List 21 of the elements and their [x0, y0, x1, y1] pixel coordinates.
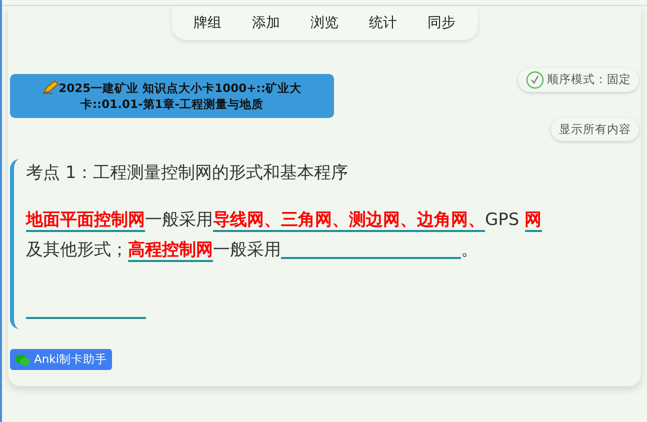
body-text: 及其他形式； [26, 240, 128, 260]
body-text: 。 [461, 240, 478, 260]
check-circle-icon [526, 71, 544, 89]
nav-tab[interactable]: 浏览 [310, 13, 338, 34]
body-text: 一般采用 [213, 240, 281, 260]
answer-text: 地面平面控制网 [26, 210, 145, 232]
anki-helper-badge[interactable]: Anki制卡助手 [10, 349, 112, 370]
answer-text: 网 [524, 210, 542, 232]
order-mode-toggle[interactable]: 顺序模式：固定 [518, 68, 639, 92]
answer-text: 高程控制网 [128, 240, 213, 262]
answer-text: 导线网、三角网、测边网、边角网、 [213, 210, 485, 232]
body-text: 一般采用 [145, 210, 213, 230]
nav-tab[interactable]: 添加 [252, 13, 280, 34]
question-title: 考点 1：工程测量控制网的形式和基本程序 [26, 162, 350, 186]
nav-tab[interactable]: 牌组 [194, 13, 222, 34]
show-all-button[interactable]: 显示所有内容 [551, 118, 639, 142]
nav-tab[interactable]: 统计 [369, 13, 397, 34]
nav-tab[interactable]: 同步 [428, 13, 456, 34]
chat-bubbles-icon [15, 354, 30, 366]
deck-title-banner: 2025一建矿业 知识点大小卡1000+::矿业大卡::01.01-第1章-工程测量与地质 [10, 74, 334, 118]
body-text: GPS [485, 210, 520, 230]
